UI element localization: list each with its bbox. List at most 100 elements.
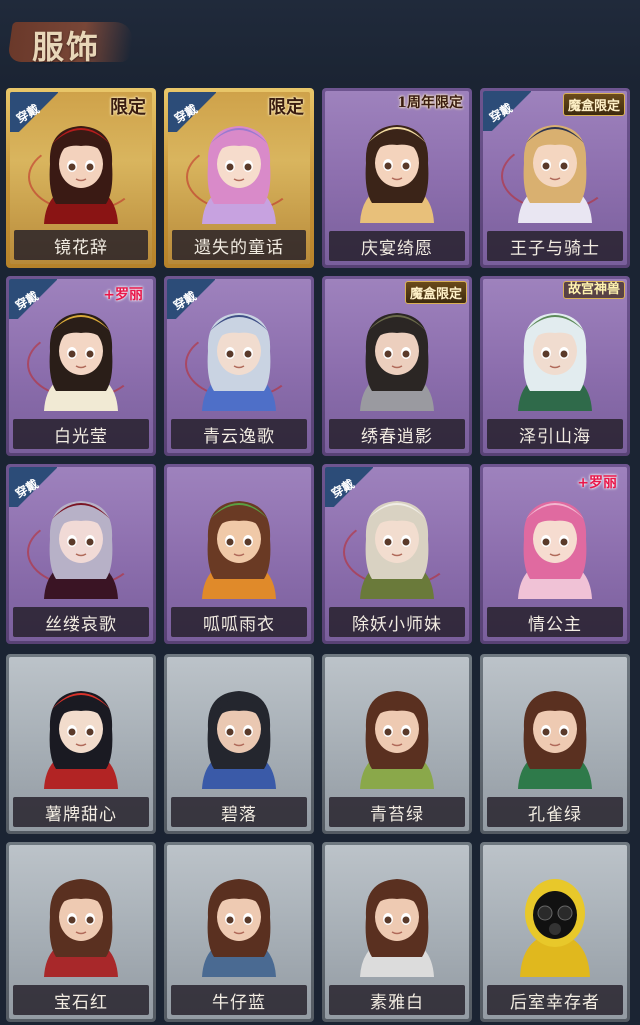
costume-name-bar: 王子与骑士 <box>487 231 623 261</box>
limited-tag: 限定 <box>268 97 304 118</box>
white-dress-character-icon <box>342 867 452 977</box>
worn-badge: 穿戴 <box>325 467 373 507</box>
costume-card-inner: 后室幸存者 <box>483 845 627 1019</box>
costume-card-inner: 牛仔蓝 <box>167 845 311 1019</box>
costume-name-bar: 遗失的童话 <box>172 230 306 260</box>
costume-name: 青云逸歌 <box>203 426 275 447</box>
worn-label: 穿戴 <box>171 288 199 313</box>
page-title: 服饰 <box>32 28 101 66</box>
header: 服饰 <box>0 0 640 84</box>
costume-name: 情公主 <box>528 614 582 635</box>
costume-name: 王子与骑士 <box>510 238 600 259</box>
snake-hat-character-icon <box>26 679 136 789</box>
costume-card[interactable]: 呱呱雨衣 <box>164 464 314 644</box>
green-dress-character-icon <box>342 679 452 789</box>
worn-badge: 穿戴 <box>9 467 57 507</box>
costume-card[interactable]: 后室幸存者 <box>480 842 630 1022</box>
costume-card[interactable]: 牛仔蓝 <box>164 842 314 1022</box>
costume-name-bar: 泽引山海 <box>487 419 623 449</box>
limited-tag: 魔盒限定 <box>562 93 625 116</box>
costume-name-bar: 孔雀绿 <box>487 797 623 827</box>
costume-name-bar: 绣春逍影 <box>329 419 465 449</box>
denim-dress-character-icon <box>184 867 294 977</box>
costume-card-inner: 穿戴 +罗丽 白光莹 <box>9 279 153 453</box>
costume-card[interactable]: 宝石红 <box>6 842 156 1022</box>
limited-tag: 限定 <box>110 97 146 118</box>
costume-name: 绣春逍影 <box>361 426 433 447</box>
swordsman-character-icon <box>342 301 452 411</box>
costume-name: 素雅白 <box>370 992 424 1013</box>
costume-name: 孔雀绿 <box>528 804 582 825</box>
cake-character-icon <box>342 113 452 223</box>
costume-card[interactable]: 穿戴 魔盒限定王子与骑士 <box>480 88 630 268</box>
costume-card[interactable]: 薯牌甜心 <box>6 654 156 834</box>
costume-card[interactable]: 1周年限定庆宴绮愿 <box>322 88 472 268</box>
costume-card-inner: 薯牌甜心 <box>9 657 153 831</box>
costume-card-inner: 孔雀绿 <box>483 657 627 831</box>
costume-name: 青苔绿 <box>370 804 424 825</box>
braid-character-icon <box>184 679 294 789</box>
costume-card-inner: +罗丽 情公主 <box>483 467 627 641</box>
costume-card[interactable]: 素雅白 <box>322 842 472 1022</box>
costume-card-inner: 1周年限定庆宴绮愿 <box>325 91 469 265</box>
costume-card[interactable]: +罗丽 情公主 <box>480 464 630 644</box>
costume-card-inner: 魔盒限定绣春逍影 <box>325 279 469 453</box>
costume-name: 庆宴绮愿 <box>361 238 433 259</box>
costume-card[interactable]: 穿戴丝缕哀歌 <box>6 464 156 644</box>
costume-name: 后室幸存者 <box>510 992 600 1013</box>
costume-name: 呱呱雨衣 <box>203 614 275 635</box>
costume-name-bar: 青云逸歌 <box>171 419 307 449</box>
costume-name: 碧落 <box>221 804 257 825</box>
costume-card[interactable]: 穿戴 +罗丽 白光莹 <box>6 276 156 456</box>
costume-card-inner: 呱呱雨衣 <box>167 467 311 641</box>
costume-name: 丝缕哀歌 <box>45 614 117 635</box>
costume-card-inner: 穿戴 限定遗失的童话 <box>168 92 310 264</box>
costume-card-inner: 穿戴 魔盒限定王子与骑士 <box>483 91 627 265</box>
costume-name-bar: 青苔绿 <box>329 797 465 827</box>
red-dress-character-icon <box>26 867 136 977</box>
limited-tag: 魔盒限定 <box>404 281 467 304</box>
costume-card[interactable]: 穿戴除妖小师妹 <box>322 464 472 644</box>
costume-name: 白光莹 <box>54 426 108 447</box>
costume-name: 宝石红 <box>54 992 108 1013</box>
worn-badge: 穿戴 <box>167 279 215 319</box>
costume-card[interactable]: 魔盒限定绣春逍影 <box>322 276 472 456</box>
costume-card[interactable]: 孔雀绿 <box>480 654 630 834</box>
costume-name: 泽引山海 <box>519 426 591 447</box>
costume-name: 镜花辞 <box>54 237 108 258</box>
worn-label: 穿戴 <box>13 288 41 313</box>
limited-tag: 故宫神兽 <box>562 281 625 299</box>
costume-card[interactable]: 穿戴 限定镜花辞 <box>6 88 156 268</box>
worn-badge: 穿戴 <box>168 92 216 132</box>
costume-name-bar: 镜花辞 <box>14 230 148 260</box>
costume-name-bar: 丝缕哀歌 <box>13 607 149 637</box>
costume-card-inner: 碧落 <box>167 657 311 831</box>
worn-label: 穿戴 <box>13 476 41 501</box>
worn-label: 穿戴 <box>329 476 357 501</box>
costume-name-bar: 素雅白 <box>329 985 465 1015</box>
costume-name-bar: 情公主 <box>487 607 623 637</box>
costume-card[interactable]: 故宫神兽泽引山海 <box>480 276 630 456</box>
worn-badge: 穿戴 <box>10 92 58 132</box>
costume-name: 薯牌甜心 <box>45 804 117 825</box>
costume-card-inner: 宝石红 <box>9 845 153 1019</box>
costume-card[interactable]: 穿戴 限定遗失的童话 <box>164 88 314 268</box>
costume-card-inner: 素雅白 <box>325 845 469 1019</box>
costume-name: 遗失的童话 <box>194 237 284 258</box>
costume-name: 除妖小师妹 <box>352 614 442 635</box>
costume-name-bar: 呱呱雨衣 <box>171 607 307 637</box>
costume-name-bar: 庆宴绮愿 <box>329 231 465 261</box>
worn-label: 穿戴 <box>172 101 200 126</box>
costume-card[interactable]: 碧落 <box>164 654 314 834</box>
costume-name-bar: 碧落 <box>171 797 307 827</box>
worn-badge: 穿戴 <box>9 279 57 319</box>
costume-card[interactable]: 青苔绿 <box>322 654 472 834</box>
worn-label: 穿戴 <box>487 100 515 125</box>
costume-card[interactable]: 穿戴青云逸歌 <box>164 276 314 456</box>
costume-card-inner: 穿戴丝缕哀歌 <box>9 467 153 641</box>
limited-tag: 1周年限定 <box>397 95 463 111</box>
section-title: 服饰 <box>7 14 135 66</box>
costume-name-bar: 除妖小师妹 <box>329 607 465 637</box>
costume-name-bar: 宝石红 <box>13 985 149 1015</box>
white-hair-character-icon <box>500 301 610 411</box>
